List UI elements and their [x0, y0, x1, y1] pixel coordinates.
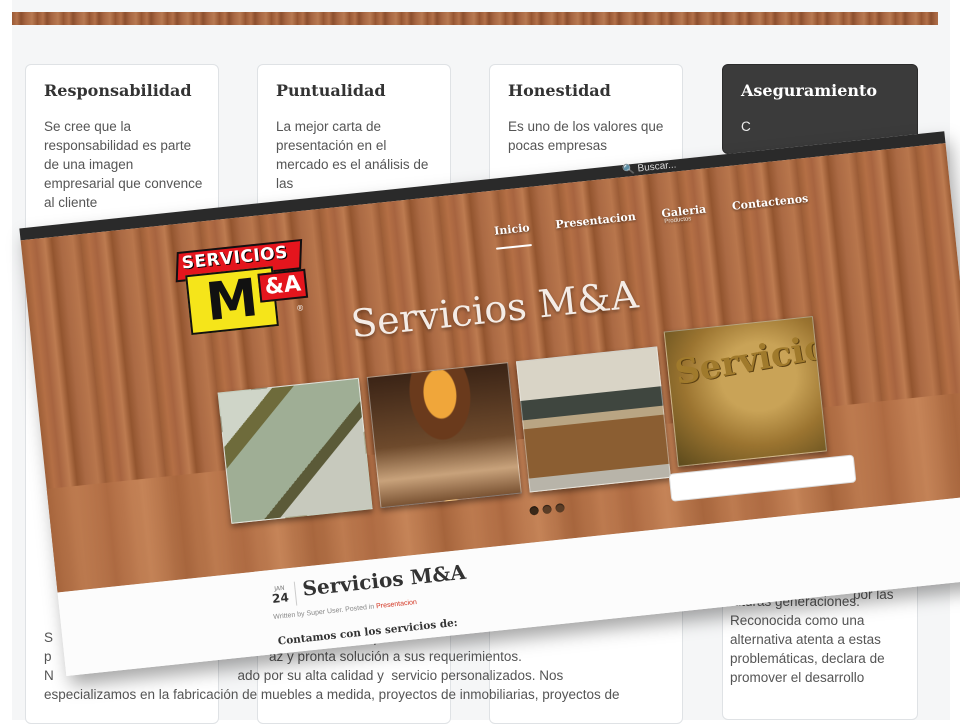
- card-title: Aseguramiento: [741, 81, 878, 100]
- slider-dot[interactable]: [555, 503, 565, 513]
- registered-mark: ®: [296, 303, 304, 313]
- card-text: C: [741, 119, 751, 134]
- category-link[interactable]: Presentacion: [376, 599, 417, 610]
- article-title[interactable]: Servicios M&A: [301, 560, 467, 601]
- nav-item-presentacion[interactable]: Presentacion: [555, 210, 637, 238]
- logo[interactable]: SERVICIOS M &A ®: [175, 238, 313, 336]
- logo-amp: &A: [257, 268, 309, 303]
- slider-dot[interactable]: [529, 505, 540, 516]
- divider: [293, 581, 298, 606]
- paragraph-line: especializamos en la fabricación de mueb…: [44, 687, 620, 702]
- card-text: La mejor carta de presentación en el mer…: [276, 119, 429, 191]
- nav-item-inicio[interactable]: Inicio: [494, 221, 531, 245]
- hero-title: Servicios M&A: [348, 272, 641, 347]
- nav-subtitle: Productos: [664, 216, 692, 225]
- slide-photo-carved-sign[interactable]: Servicios M&A: [663, 315, 828, 467]
- post-meta: Written by Super User. Posted in Present…: [273, 599, 417, 621]
- wood-header-strip: [12, 12, 938, 25]
- main-nav: Inicio Presentacion Galeria Productos Con…: [494, 192, 810, 245]
- card-text: Es uno de los valores que pocas empresas: [508, 119, 664, 153]
- website-screenshot: 🔍 Buscar... SERVICIOS M &A ® Inicio Pres…: [19, 131, 960, 676]
- slide-photo-living-room[interactable]: [366, 362, 522, 509]
- post-day: 24: [271, 590, 290, 607]
- card-text-continuation: futuras generaciones. Reconocida como un…: [730, 594, 885, 685]
- post-date: JAN 24: [268, 584, 292, 607]
- nav-item-galeria[interactable]: Galeria Productos: [661, 203, 708, 228]
- carved-sign-text: Servicios M&A: [671, 316, 828, 394]
- nav-item-contactenos[interactable]: Contactenos: [731, 192, 809, 220]
- post-meta-text: Written by Super User. Posted in: [273, 603, 375, 622]
- slide-photo-patio[interactable]: [217, 377, 373, 524]
- slider-dot[interactable]: [542, 504, 553, 515]
- card-title: Responsabilidad: [44, 81, 192, 100]
- card-text: Se cree que la responsabilidad es parte …: [44, 119, 203, 210]
- card-title: Puntualidad: [276, 81, 386, 100]
- card-title: Honestidad: [508, 81, 611, 100]
- slide-photo-kitchen[interactable]: [515, 346, 671, 493]
